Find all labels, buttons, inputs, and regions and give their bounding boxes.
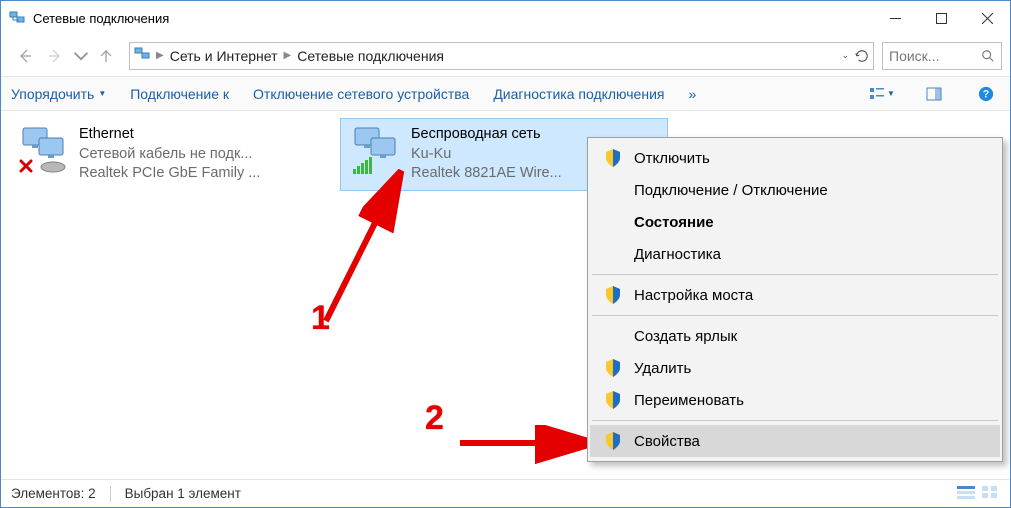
connect-to-button[interactable]: Подключение к [130,86,229,102]
breadcrumb-seg1[interactable]: Сеть и Интернет [170,48,278,64]
app-icon [9,10,25,26]
help-button[interactable]: ? [972,86,1000,102]
annotation-number-1: 1 [311,299,330,338]
menu-item-state[interactable]: Состояние [590,206,1000,238]
status-element-count: Элементов: 2 [11,486,96,501]
chevron-down-icon: ▼ [887,89,895,98]
disable-device-button[interactable]: Отключение сетевого устройства [253,86,469,102]
menu-item-shortcut[interactable]: Создать ярлык [590,320,1000,352]
menu-item-rename[interactable]: Переименовать [590,384,1000,416]
maximize-button[interactable] [918,1,964,35]
svg-text:?: ? [983,88,990,100]
status-bar: Элементов: 2 Выбран 1 элемент [1,479,1010,507]
refresh-icon[interactable] [855,49,869,63]
search-placeholder: Поиск... [889,48,975,64]
menu-separator [592,420,998,421]
annotation-arrow-1 [301,171,431,331]
window-title: Сетевые подключения [33,11,872,26]
navbar: ▶ Сеть и Интернет ▶ Сетевые подключения … [1,35,1010,77]
connection-status: Ku-Ku [411,145,562,165]
menu-separator [592,315,998,316]
menu-item-properties[interactable]: Свойства [590,425,1000,457]
ethernet-adapter-icon [17,125,69,177]
connection-ethernet[interactable]: Ethernet Сетевой кабель не подк... Realt… [9,119,335,190]
menu-item-delete[interactable]: Удалить [590,352,1000,384]
chevron-right-icon: ▶ [156,50,164,61]
menu-item-disable[interactable]: Отключить [590,142,1000,174]
connection-device: Realtek PCIe GbE Family ... [79,164,260,184]
context-menu: Отключить Подключение / Отключение Состо… [587,137,1003,462]
connection-status: Сетевой кабель не подк... [79,145,260,165]
nav-forward-button[interactable] [41,41,71,71]
annotation-number-2: 2 [425,399,444,438]
menu-item-diagnostics[interactable]: Диагностика [590,238,1000,270]
menu-item-bridge[interactable]: Настройка моста [590,279,1000,311]
diagnose-button[interactable]: Диагностика подключения [493,86,664,102]
chevron-down-icon[interactable]: ⌄ [841,50,849,61]
breadcrumb-icon [134,46,150,65]
connection-device: Realtek 8821AE Wire... [411,164,562,184]
view-details-icon[interactable] [956,484,976,503]
close-button[interactable] [964,1,1010,35]
preview-pane-button[interactable] [920,86,948,102]
connection-name: Беспроводная сеть [411,125,562,145]
nav-history-dropdown[interactable] [73,41,89,71]
command-toolbar: Упорядочить▼ Подключение к Отключение се… [1,77,1010,111]
minimize-button[interactable] [872,1,918,35]
nav-up-button[interactable] [91,41,121,71]
search-icon [981,49,995,63]
search-input[interactable]: Поиск... [882,42,1002,70]
shield-icon [604,149,622,167]
wifi-adapter-icon [349,125,401,177]
shield-icon [604,359,622,377]
titlebar: Сетевые подключения [1,1,1010,35]
chevron-down-icon: ▼ [98,89,106,98]
menu-item-connect-disconnect[interactable]: Подключение / Отключение [590,174,1000,206]
nav-back-button[interactable] [9,41,39,71]
overflow-button[interactable]: » [688,86,696,102]
chevron-right-icon: ▶ [284,50,292,61]
annotation-arrow-2 [455,429,595,459]
connection-name: Ethernet [79,125,260,145]
network-connections-window: Сетевые подключения ▶ Сеть и Интернет ▶ … [0,0,1011,508]
view-options-button[interactable]: ▼ [868,86,896,102]
address-bar[interactable]: ▶ Сеть и Интернет ▶ Сетевые подключения … [129,42,874,70]
shield-icon [604,286,622,304]
menu-separator [592,274,998,275]
status-selected: Выбран 1 элемент [125,486,241,501]
status-separator [110,486,111,502]
organize-button[interactable]: Упорядочить▼ [11,86,106,102]
nav-arrows [9,41,121,71]
shield-icon [604,391,622,409]
breadcrumb-seg2[interactable]: Сетевые подключения [297,48,444,64]
view-large-icon[interactable] [980,484,1000,503]
shield-icon [604,432,622,450]
